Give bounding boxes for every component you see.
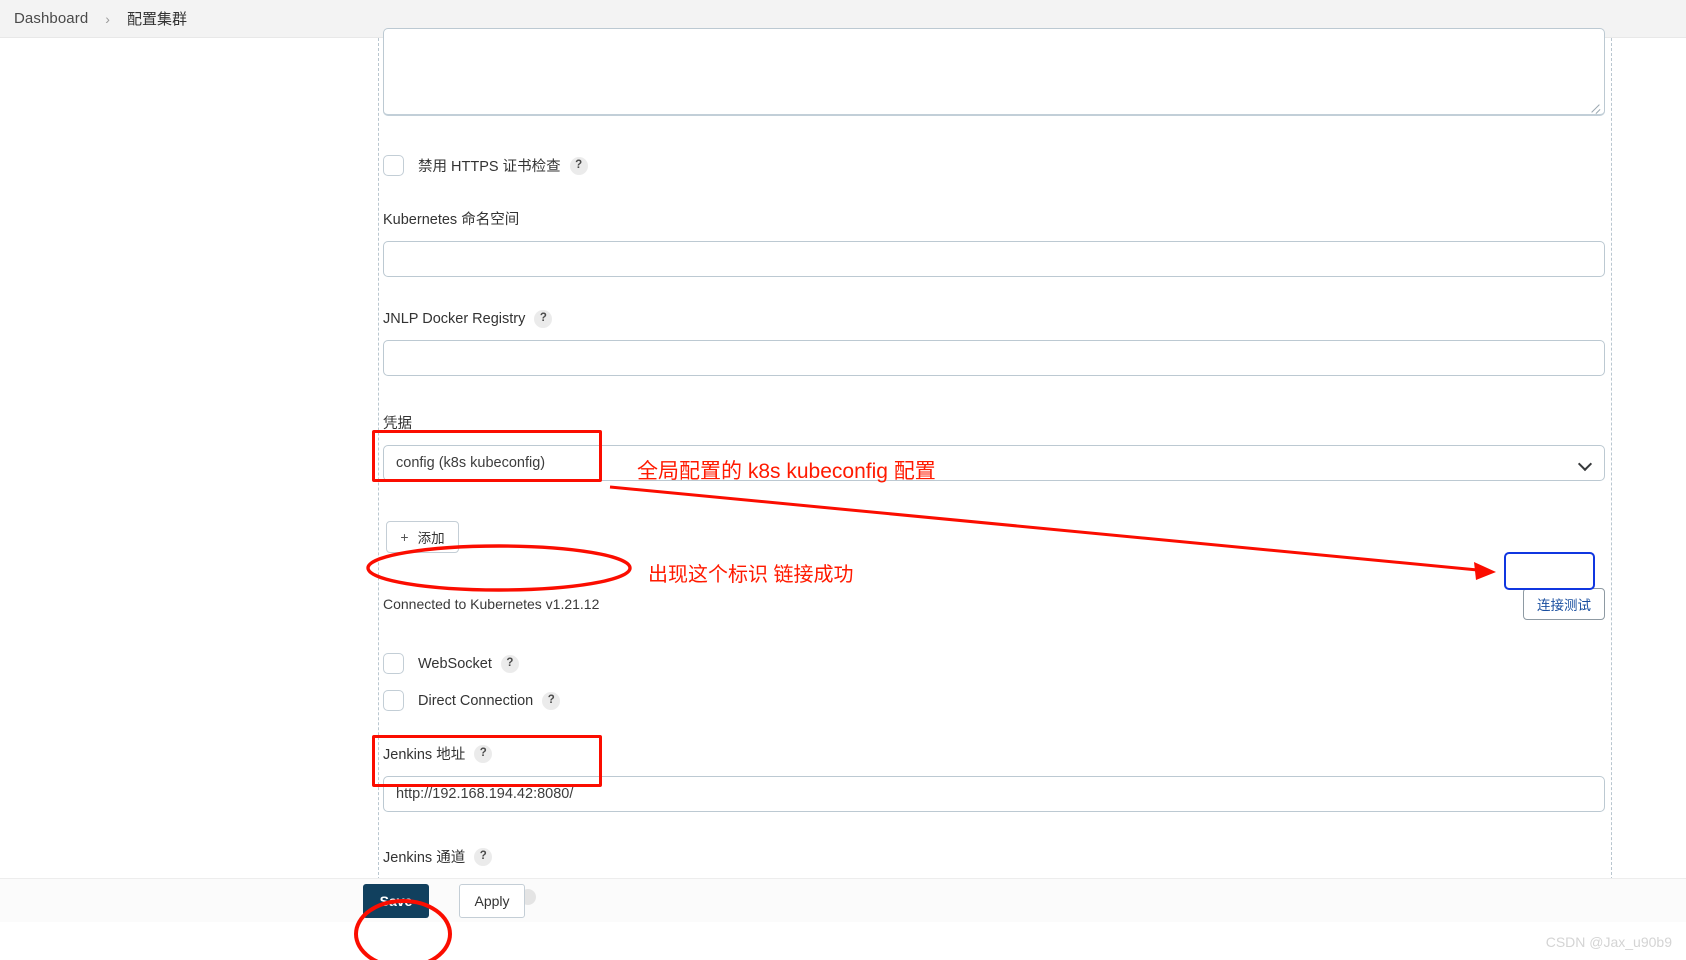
jnlp-registry-label: JNLP Docker Registry ? <box>383 310 1605 328</box>
jenkins-url-field: Jenkins 地址 ? http://192.168.194.42:8080/ <box>383 743 1605 812</box>
watermark: CSDN @Jax_u90b9 <box>1545 934 1672 950</box>
server-certificate-textarea[interactable] <box>383 28 1605 116</box>
jenkins-url-input[interactable]: http://192.168.194.42:8080/ <box>383 776 1605 812</box>
namespace-field: Kubernetes 命名空间 <box>383 208 1605 277</box>
credentials-label-text: 凭据 <box>383 416 412 432</box>
websocket-label: WebSocket ? <box>418 654 519 673</box>
help-icon[interactable]: ? <box>534 310 553 328</box>
connection-status-row: Connected to Kubernetes v1.21.12 连接测试 <box>383 588 1605 622</box>
jenkins-tunnel-label-text: Jenkins 通道 <box>383 850 466 866</box>
breadcrumb-item-dashboard[interactable]: Dashboard <box>14 10 88 27</box>
save-button[interactable]: Save <box>363 884 429 918</box>
namespace-label-text: Kubernetes 命名空间 <box>383 212 520 228</box>
disable-https-check-row[interactable]: 禁用 HTTPS 证书检查 ? <box>383 155 588 176</box>
configure-cluster-page: 禁用 HTTPS 证书检查 ? Kubernetes 命名空间 JNLP Doc… <box>0 28 1686 960</box>
websocket-label-text: WebSocket <box>418 655 492 672</box>
credentials-label: 凭据 <box>383 412 1605 433</box>
jnlp-registry-field: JNLP Docker Registry ? <box>383 310 1605 376</box>
websocket-checkbox[interactable] <box>383 653 404 674</box>
add-credential-wrap: + 添加 <box>386 521 459 553</box>
apply-button[interactable]: Apply <box>459 884 525 918</box>
help-icon[interactable]: ? <box>542 691 561 710</box>
help-icon[interactable]: ? <box>569 156 588 175</box>
plus-icon: + <box>400 529 409 545</box>
websocket-row[interactable]: WebSocket ? <box>383 653 519 674</box>
connection-status-text: Connected to Kubernetes v1.21.12 <box>383 596 600 612</box>
help-icon[interactable]: ? <box>474 744 493 763</box>
disable-https-check-text: 禁用 HTTPS 证书检查 <box>418 159 561 175</box>
action-bar: Save Apply <box>0 878 1686 922</box>
help-icon[interactable]: ? <box>500 654 519 673</box>
direct-connection-checkbox[interactable] <box>383 690 404 711</box>
resize-handle-icon[interactable] <box>1589 100 1601 112</box>
credentials-selected-value: config (k8s kubeconfig) <box>396 455 546 471</box>
credentials-select[interactable]: config (k8s kubeconfig) <box>383 445 1605 481</box>
direct-connection-label: Direct Connection ? <box>418 691 561 710</box>
jenkins-tunnel-label: Jenkins 通道 ? <box>383 846 1605 867</box>
test-connection-label: 连接测试 <box>1537 598 1591 613</box>
jenkins-url-label: Jenkins 地址 ? <box>383 743 1605 764</box>
credentials-field: 凭据 config (k8s kubeconfig) <box>383 412 1605 481</box>
test-connection-button[interactable]: 连接测试 <box>1523 588 1605 620</box>
namespace-label: Kubernetes 命名空间 <box>383 208 1605 229</box>
disable-https-check-label: 禁用 HTTPS 证书检查 ? <box>418 155 588 176</box>
help-icon[interactable]: ? <box>474 847 493 866</box>
direct-connection-row[interactable]: Direct Connection ? <box>383 690 561 711</box>
jenkins-url-label-text: Jenkins 地址 <box>383 747 466 763</box>
jnlp-registry-label-text: JNLP Docker Registry <box>383 311 526 327</box>
add-credential-button[interactable]: + 添加 <box>386 521 459 553</box>
server-certificate-field <box>383 28 1605 116</box>
breadcrumb-separator-icon: › <box>105 10 110 27</box>
jnlp-registry-input[interactable] <box>383 340 1605 376</box>
direct-connection-label-text: Direct Connection <box>418 692 534 709</box>
breadcrumb-item-current[interactable]: 配置集群 <box>127 8 187 29</box>
chevron-down-icon <box>1579 457 1592 470</box>
add-credential-label: 添加 <box>417 531 445 546</box>
namespace-input[interactable] <box>383 241 1605 277</box>
disable-https-check-checkbox[interactable] <box>383 155 404 176</box>
